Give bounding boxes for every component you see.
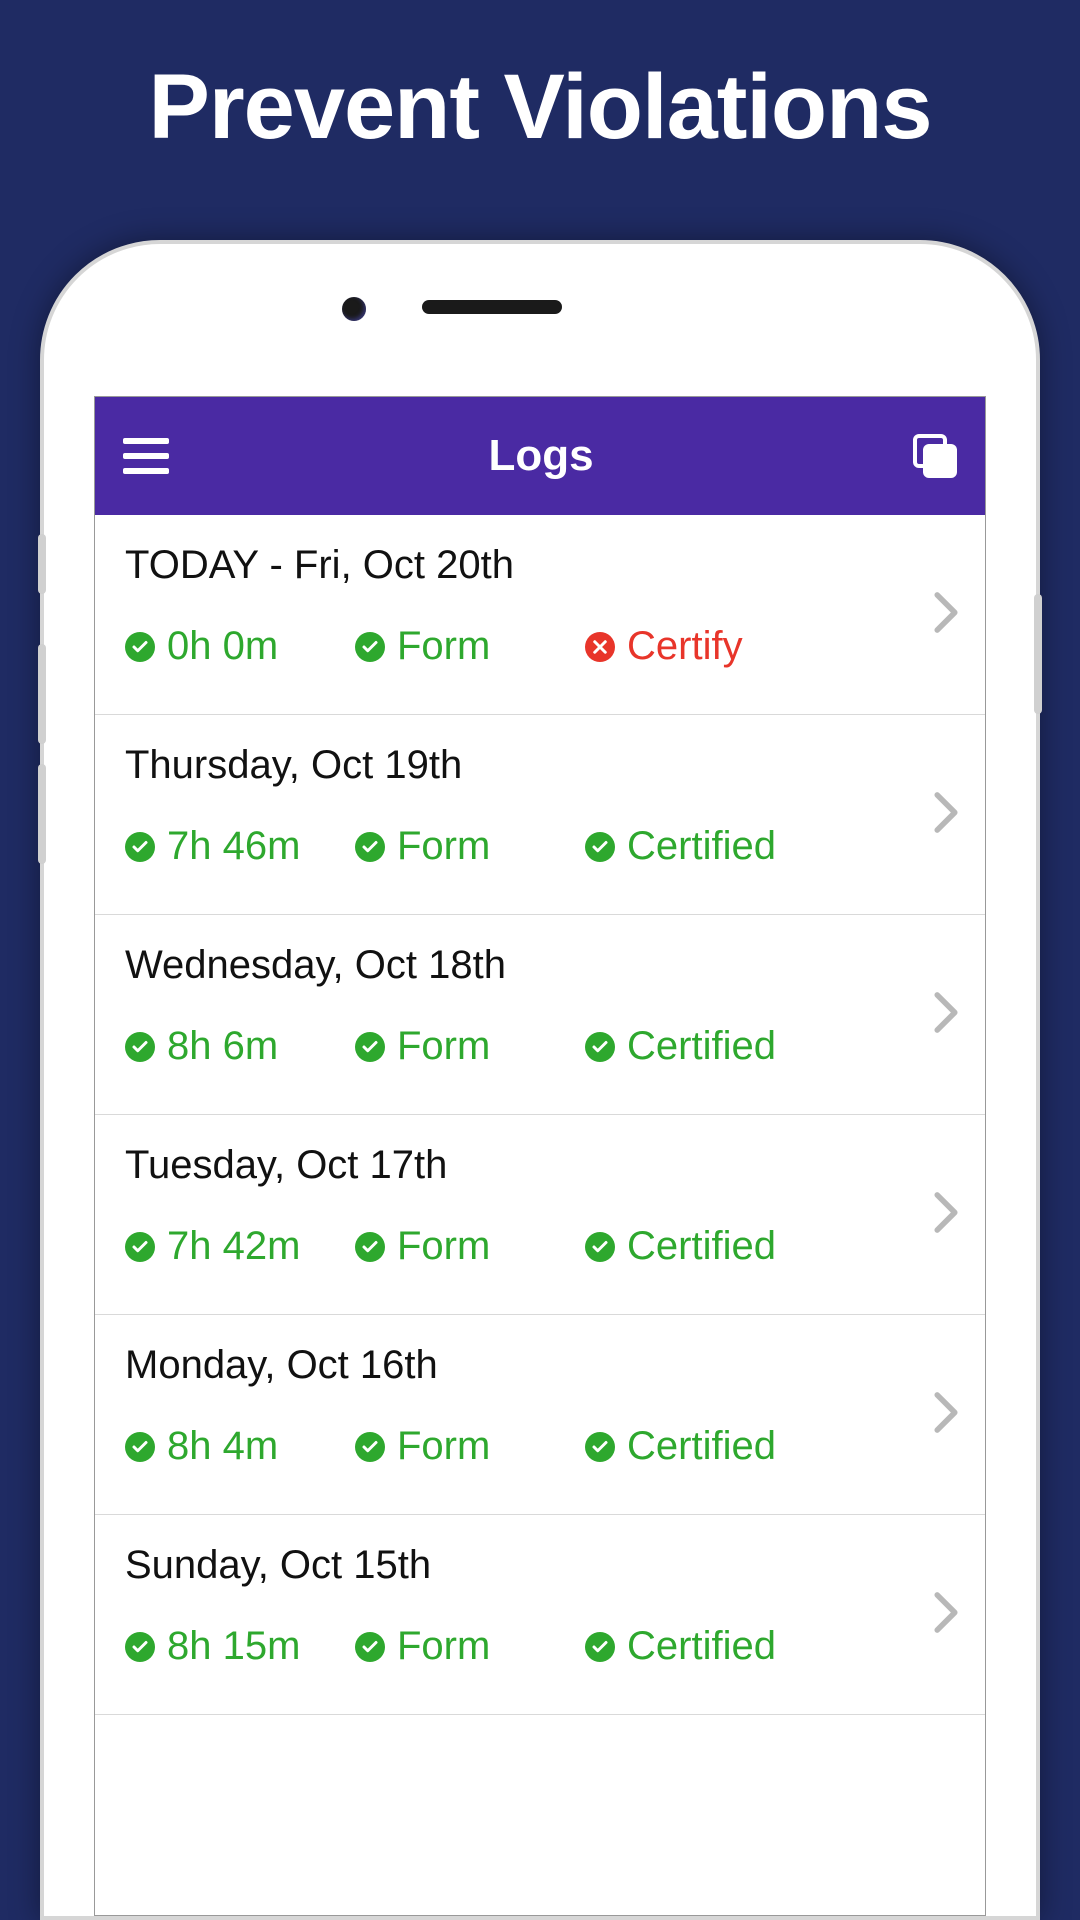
log-certify: Certified — [585, 1024, 776, 1069]
log-duration-label: 7h 42m — [167, 1224, 300, 1269]
check-circle-icon — [355, 1232, 385, 1262]
log-duration: 7h 42m — [125, 1224, 355, 1269]
app-header: Logs — [95, 397, 985, 515]
log-date: Monday, Oct 16th — [125, 1343, 955, 1388]
log-stats: 7h 42m Form Certified — [125, 1224, 955, 1269]
phone-frame: Logs TODAY - Fri, Oct 20th 0h 0m Form Certi… — [40, 240, 1040, 1920]
log-certify-label: Certified — [627, 1424, 776, 1469]
menu-button[interactable] — [123, 438, 169, 474]
check-circle-icon — [355, 1432, 385, 1462]
log-date: Tuesday, Oct 17th — [125, 1143, 955, 1188]
phone-side-button — [38, 534, 46, 594]
check-circle-icon — [355, 832, 385, 862]
copy-button[interactable] — [913, 434, 957, 478]
check-circle-icon — [355, 1032, 385, 1062]
log-form: Form — [355, 1424, 585, 1469]
log-date: TODAY - Fri, Oct 20th — [125, 543, 955, 588]
check-circle-icon — [125, 1232, 155, 1262]
check-circle-icon — [125, 1632, 155, 1662]
log-stats: 8h 6m Form Certified — [125, 1024, 955, 1069]
log-form-label: Form — [397, 824, 490, 869]
log-form: Form — [355, 624, 585, 669]
phone-side-button — [38, 644, 46, 744]
check-circle-icon — [355, 632, 385, 662]
log-stats: 7h 46m Form Certified — [125, 824, 955, 869]
check-circle-icon — [355, 1632, 385, 1662]
app-screen: Logs TODAY - Fri, Oct 20th 0h 0m Form Certi… — [94, 396, 986, 1916]
log-form: Form — [355, 1624, 585, 1669]
chevron-right-icon — [931, 1190, 961, 1239]
log-stats: 0h 0m Form Certify — [125, 624, 955, 669]
check-circle-icon — [125, 1032, 155, 1062]
chevron-right-icon — [931, 1390, 961, 1439]
log-certify-label: Certified — [627, 824, 776, 869]
log-certify: Certified — [585, 824, 776, 869]
log-duration: 8h 4m — [125, 1424, 355, 1469]
log-duration: 8h 15m — [125, 1624, 355, 1669]
log-duration-label: 8h 6m — [167, 1024, 278, 1069]
hero-title: Prevent Violations — [0, 0, 1080, 160]
log-form: Form — [355, 824, 585, 869]
phone-side-button — [38, 764, 46, 864]
log-row[interactable]: Tuesday, Oct 17th 7h 42m Form Certified — [95, 1115, 985, 1315]
phone-speaker — [422, 300, 562, 314]
phone-camera — [342, 297, 366, 321]
log-certify: Certified — [585, 1424, 776, 1469]
chevron-right-icon — [931, 590, 961, 639]
log-row[interactable]: Wednesday, Oct 18th 8h 6m Form Certified — [95, 915, 985, 1115]
logs-list: TODAY - Fri, Oct 20th 0h 0m Form Certify Thu… — [95, 515, 985, 1715]
log-form: Form — [355, 1224, 585, 1269]
log-certify-label: Certified — [627, 1024, 776, 1069]
log-duration: 8h 6m — [125, 1024, 355, 1069]
log-row[interactable]: Monday, Oct 16th 8h 4m Form Certified — [95, 1315, 985, 1515]
log-certify: Certified — [585, 1224, 776, 1269]
log-duration: 7h 46m — [125, 824, 355, 869]
check-circle-icon — [125, 832, 155, 862]
log-certify-label: Certified — [627, 1224, 776, 1269]
chevron-right-icon — [931, 990, 961, 1039]
log-row[interactable]: Thursday, Oct 19th 7h 46m Form Certified — [95, 715, 985, 915]
log-form-label: Form — [397, 624, 490, 669]
check-circle-icon — [585, 1232, 615, 1262]
log-duration: 0h 0m — [125, 624, 355, 669]
log-form-label: Form — [397, 1024, 490, 1069]
log-stats: 8h 4m Form Certified — [125, 1424, 955, 1469]
header-title: Logs — [488, 431, 593, 481]
log-certify: Certified — [585, 1624, 776, 1669]
log-date: Thursday, Oct 19th — [125, 743, 955, 788]
log-date: Wednesday, Oct 18th — [125, 943, 955, 988]
log-certify: Certify — [585, 624, 743, 669]
check-circle-icon — [585, 832, 615, 862]
phone-side-button — [1034, 594, 1042, 714]
check-circle-icon — [585, 1032, 615, 1062]
check-circle-icon — [125, 632, 155, 662]
log-duration-label: 7h 46m — [167, 824, 300, 869]
check-circle-icon — [585, 1632, 615, 1662]
log-duration-label: 8h 15m — [167, 1624, 300, 1669]
log-date: Sunday, Oct 15th — [125, 1543, 955, 1588]
log-certify-label: Certify — [627, 624, 743, 669]
check-circle-icon — [125, 1432, 155, 1462]
log-form-label: Form — [397, 1624, 490, 1669]
x-circle-icon — [585, 632, 615, 662]
check-circle-icon — [585, 1432, 615, 1462]
log-form: Form — [355, 1024, 585, 1069]
chevron-right-icon — [931, 1590, 961, 1639]
log-form-label: Form — [397, 1224, 490, 1269]
log-duration-label: 8h 4m — [167, 1424, 278, 1469]
chevron-right-icon — [931, 790, 961, 839]
log-duration-label: 0h 0m — [167, 624, 278, 669]
log-certify-label: Certified — [627, 1624, 776, 1669]
log-row[interactable]: TODAY - Fri, Oct 20th 0h 0m Form Certify — [95, 515, 985, 715]
log-form-label: Form — [397, 1424, 490, 1469]
log-row[interactable]: Sunday, Oct 15th 8h 15m Form Certified — [95, 1515, 985, 1715]
log-stats: 8h 15m Form Certified — [125, 1624, 955, 1669]
